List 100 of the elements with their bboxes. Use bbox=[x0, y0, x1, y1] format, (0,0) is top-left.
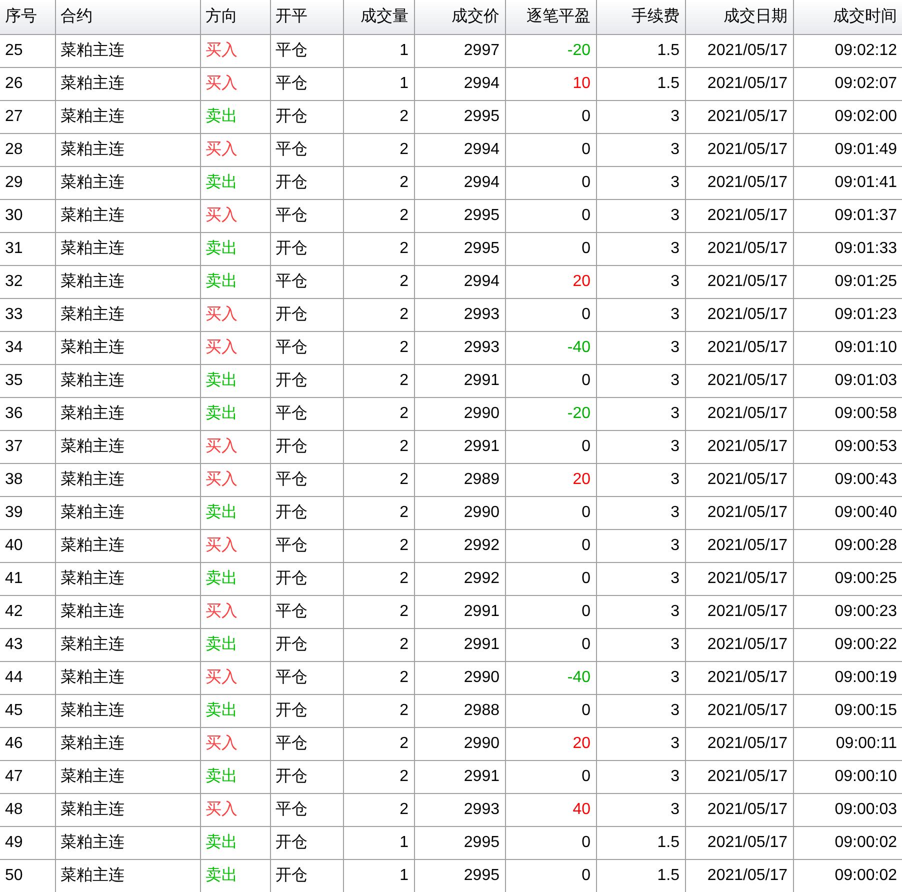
row-number-cell: 49 bbox=[0, 826, 55, 859]
row-number-cell: 27 bbox=[0, 100, 55, 133]
fee-cell: 3 bbox=[596, 298, 685, 331]
row-number-cell: 30 bbox=[0, 199, 55, 232]
fee-cell: 3 bbox=[596, 595, 685, 628]
column-header[interactable]: 成交日期 bbox=[685, 0, 793, 34]
direction-cell: 买入 bbox=[200, 463, 270, 496]
row-number-cell: 45 bbox=[0, 694, 55, 727]
contract-cell: 菜粕主连 bbox=[55, 661, 200, 694]
date-cell: 2021/05/17 bbox=[685, 529, 793, 562]
contract-cell: 菜粕主连 bbox=[55, 430, 200, 463]
direction-cell: 买入 bbox=[200, 661, 270, 694]
volume-cell: 2 bbox=[343, 661, 414, 694]
price-cell: 2993 bbox=[414, 298, 505, 331]
price-cell: 2995 bbox=[414, 100, 505, 133]
row-number-cell: 34 bbox=[0, 331, 55, 364]
fee-cell: 3 bbox=[596, 628, 685, 661]
pnl-cell: 0 bbox=[505, 364, 596, 397]
price-cell: 2990 bbox=[414, 727, 505, 760]
row-number-cell: 43 bbox=[0, 628, 55, 661]
volume-cell: 2 bbox=[343, 463, 414, 496]
column-header[interactable]: 手续费 bbox=[596, 0, 685, 34]
contract-cell: 菜粕主连 bbox=[55, 727, 200, 760]
price-cell: 2995 bbox=[414, 199, 505, 232]
open-close-cell: 平仓 bbox=[270, 34, 343, 67]
row-number-cell: 25 bbox=[0, 34, 55, 67]
open-close-cell: 开仓 bbox=[270, 496, 343, 529]
column-header[interactable]: 成交价 bbox=[414, 0, 505, 34]
date-cell: 2021/05/17 bbox=[685, 133, 793, 166]
column-header[interactable]: 成交量 bbox=[343, 0, 414, 34]
column-header[interactable]: 成交时间 bbox=[793, 0, 902, 34]
contract-cell: 菜粕主连 bbox=[55, 199, 200, 232]
contract-cell: 菜粕主连 bbox=[55, 133, 200, 166]
date-cell: 2021/05/17 bbox=[685, 628, 793, 661]
contract-cell: 菜粕主连 bbox=[55, 298, 200, 331]
open-close-cell: 开仓 bbox=[270, 826, 343, 859]
direction-cell: 卖出 bbox=[200, 166, 270, 199]
fee-cell: 1.5 bbox=[596, 67, 685, 100]
fee-cell: 3 bbox=[596, 661, 685, 694]
price-cell: 2990 bbox=[414, 661, 505, 694]
fee-cell: 3 bbox=[596, 364, 685, 397]
row-number-cell: 37 bbox=[0, 430, 55, 463]
row-number-cell: 38 bbox=[0, 463, 55, 496]
volume-cell: 2 bbox=[343, 529, 414, 562]
column-header[interactable]: 逐笔平盈 bbox=[505, 0, 596, 34]
direction-cell: 买入 bbox=[200, 430, 270, 463]
price-cell: 2990 bbox=[414, 496, 505, 529]
row-number-cell: 41 bbox=[0, 562, 55, 595]
pnl-cell: -40 bbox=[505, 661, 596, 694]
pnl-cell: 0 bbox=[505, 496, 596, 529]
pnl-cell: 40 bbox=[505, 793, 596, 826]
price-cell: 2991 bbox=[414, 364, 505, 397]
price-cell: 2993 bbox=[414, 793, 505, 826]
fee-cell: 3 bbox=[596, 232, 685, 265]
volume-cell: 1 bbox=[343, 34, 414, 67]
pnl-cell: 0 bbox=[505, 100, 596, 133]
pnl-cell: 0 bbox=[505, 628, 596, 661]
fee-cell: 3 bbox=[596, 133, 685, 166]
fee-cell: 3 bbox=[596, 430, 685, 463]
price-cell: 2991 bbox=[414, 760, 505, 793]
volume-cell: 2 bbox=[343, 595, 414, 628]
price-cell: 2991 bbox=[414, 595, 505, 628]
date-cell: 2021/05/17 bbox=[685, 199, 793, 232]
column-header[interactable]: 合约 bbox=[55, 0, 200, 34]
date-cell: 2021/05/17 bbox=[685, 232, 793, 265]
volume-cell: 2 bbox=[343, 727, 414, 760]
date-cell: 2021/05/17 bbox=[685, 562, 793, 595]
date-cell: 2021/05/17 bbox=[685, 694, 793, 727]
pnl-cell: 0 bbox=[505, 232, 596, 265]
fee-cell: 3 bbox=[596, 562, 685, 595]
fee-cell: 3 bbox=[596, 529, 685, 562]
contract-cell: 菜粕主连 bbox=[55, 793, 200, 826]
date-cell: 2021/05/17 bbox=[685, 331, 793, 364]
pnl-cell: 0 bbox=[505, 298, 596, 331]
row-number-cell: 42 bbox=[0, 595, 55, 628]
column-header[interactable]: 方向 bbox=[200, 0, 270, 34]
row-number-cell: 28 bbox=[0, 133, 55, 166]
direction-cell: 卖出 bbox=[200, 364, 270, 397]
volume-cell: 2 bbox=[343, 364, 414, 397]
column-header[interactable]: 序号 bbox=[0, 0, 55, 34]
fee-cell: 3 bbox=[596, 496, 685, 529]
pnl-cell: 0 bbox=[505, 166, 596, 199]
contract-cell: 菜粕主连 bbox=[55, 562, 200, 595]
price-cell: 2992 bbox=[414, 562, 505, 595]
fee-cell: 3 bbox=[596, 397, 685, 430]
pnl-cell: -20 bbox=[505, 397, 596, 430]
direction-cell: 卖出 bbox=[200, 265, 270, 298]
pnl-cell: 0 bbox=[505, 562, 596, 595]
contract-cell: 菜粕主连 bbox=[55, 265, 200, 298]
pnl-cell: 0 bbox=[505, 694, 596, 727]
direction-cell: 买入 bbox=[200, 133, 270, 166]
fee-cell: 3 bbox=[596, 694, 685, 727]
volume-cell: 2 bbox=[343, 199, 414, 232]
date-cell: 2021/05/17 bbox=[685, 430, 793, 463]
open-close-cell: 平仓 bbox=[270, 793, 343, 826]
pnl-cell: -40 bbox=[505, 331, 596, 364]
date-cell: 2021/05/17 bbox=[685, 67, 793, 100]
direction-cell: 卖出 bbox=[200, 562, 270, 595]
column-header[interactable]: 开平 bbox=[270, 0, 343, 34]
pnl-cell: 20 bbox=[505, 265, 596, 298]
